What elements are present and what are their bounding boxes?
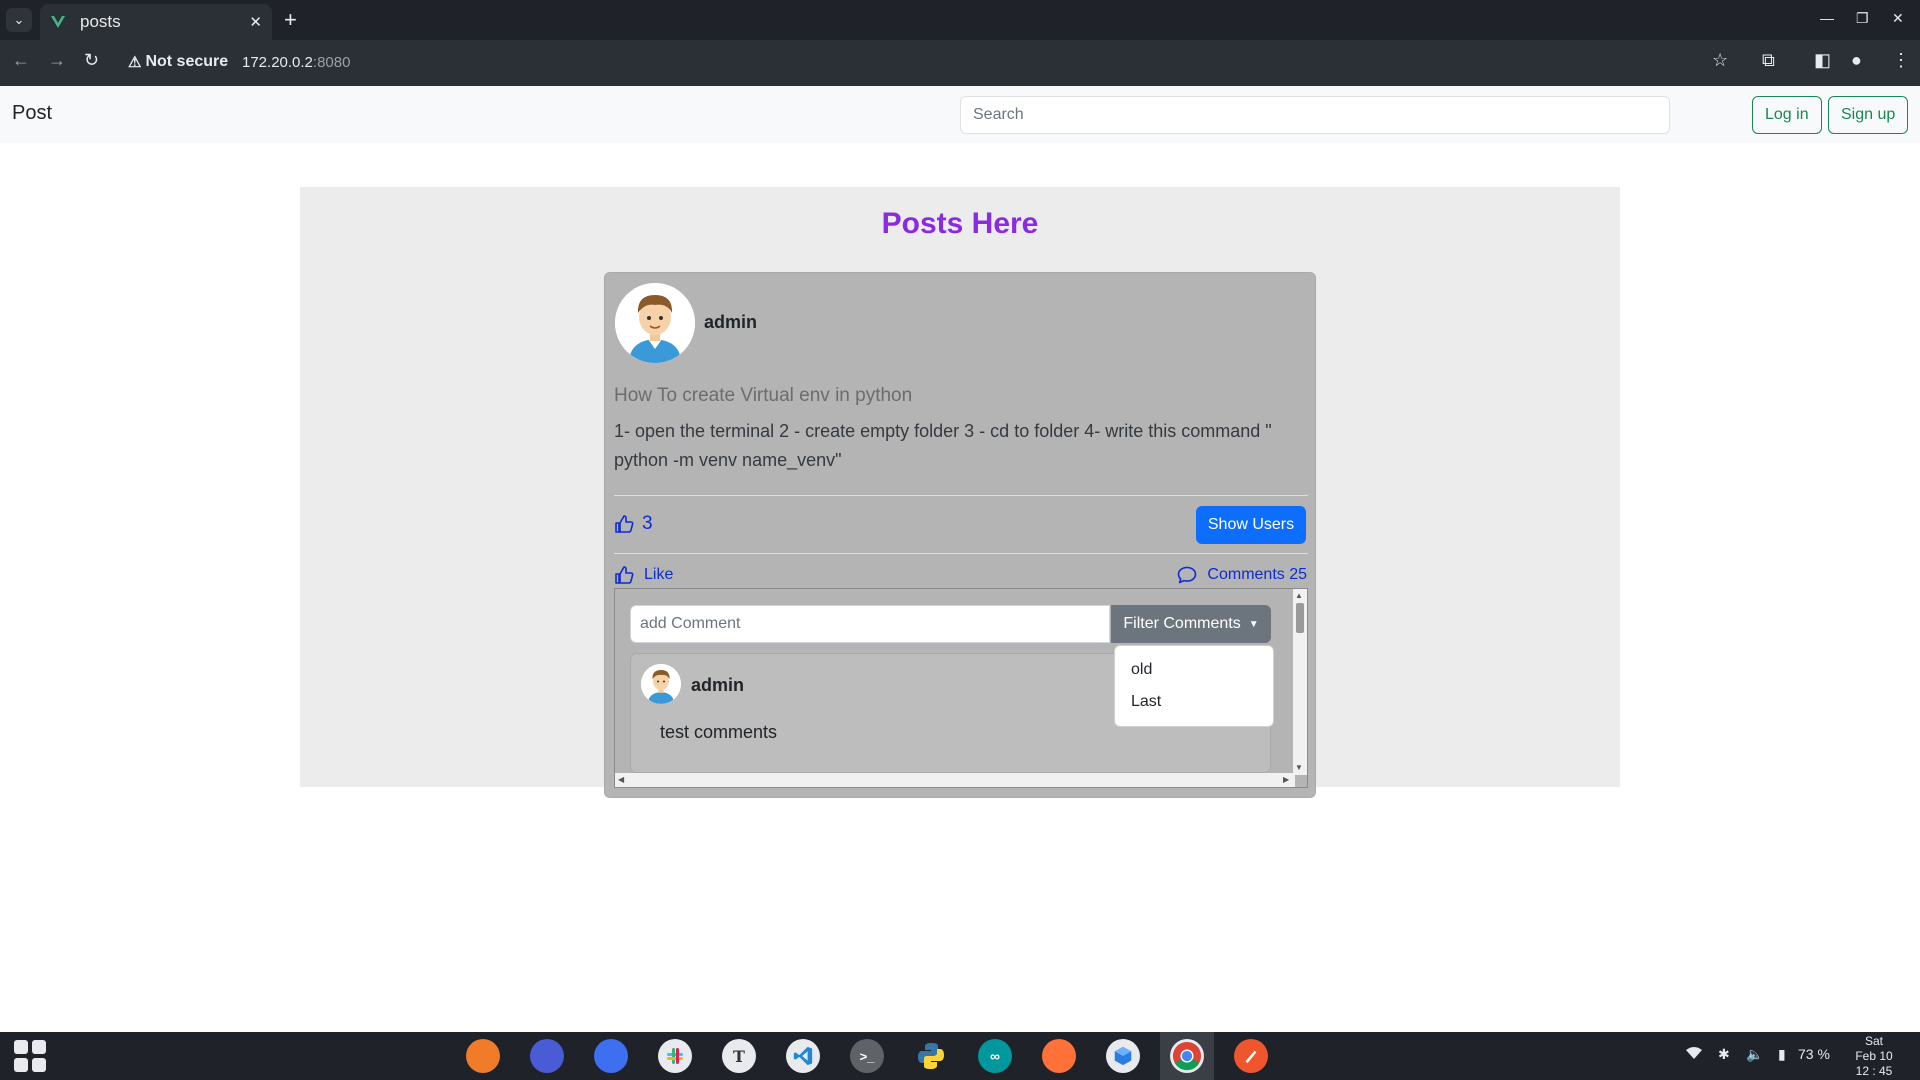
python-logo-icon — [918, 1043, 944, 1069]
like-label: Like — [644, 566, 674, 583]
terminal-app-icon[interactable]: >_ — [850, 1039, 884, 1073]
scroll-right-icon[interactable]: ▶ — [1283, 775, 1289, 784]
battery-percent: 73 % — [1798, 1046, 1830, 1062]
wifi-icon[interactable] — [1686, 1046, 1702, 1063]
like-count: 3 — [614, 513, 653, 535]
bookmark-star-icon[interactable]: ☆ — [1712, 50, 1728, 71]
menu-icon[interactable]: ⋮ — [1892, 50, 1910, 71]
chrome-app-icon[interactable] — [1170, 1039, 1204, 1073]
security-indicator[interactable]: ⚠ Not secure — [128, 53, 228, 71]
forward-icon[interactable]: → — [48, 50, 66, 71]
cube-icon — [1114, 1046, 1132, 1066]
browser-toolbar: ← → ↻ ⚠ Not secure 172.20.0.2:8080 ☆ ⧉ ◧… — [0, 40, 1920, 86]
post-title: How To create Virtual env in python — [614, 385, 913, 406]
filter-comments-label: Filter Comments — [1123, 615, 1241, 632]
post-author[interactable]: admin — [704, 312, 757, 333]
clock-date: Feb 10 — [1855, 1049, 1893, 1063]
files-app-icon[interactable] — [466, 1039, 500, 1073]
search-input[interactable] — [960, 96, 1670, 134]
typora-app-icon[interactable]: T — [722, 1039, 756, 1073]
reload-icon[interactable]: ↻ — [84, 50, 99, 71]
user-avatar-icon — [615, 283, 695, 363]
vscode-logo-icon — [793, 1046, 813, 1066]
filter-option-old[interactable]: old — [1115, 654, 1273, 686]
postman-app-icon[interactable] — [1234, 1039, 1268, 1073]
scroll-down-icon[interactable]: ▼ — [1295, 763, 1303, 772]
browser-tab[interactable]: posts ✕ — [40, 4, 272, 40]
thumbs-up-icon — [615, 566, 634, 584]
horizontal-scrollbar[interactable]: ◀ ▶ — [615, 773, 1295, 787]
side-panel-icon[interactable]: ◧ — [1814, 50, 1831, 71]
signup-button[interactable]: Sign up — [1828, 96, 1909, 134]
chat-bubble-icon — [1178, 566, 1197, 584]
new-tab-button[interactable]: + — [284, 8, 297, 32]
caret-down-icon: ▼ — [1248, 618, 1259, 630]
chrome-logo-icon — [1172, 1041, 1202, 1071]
arduino-app-icon[interactable]: ∞ — [978, 1039, 1012, 1073]
vscode-app-icon[interactable] — [786, 1039, 820, 1073]
app-launcher-icon[interactable] — [14, 1040, 46, 1072]
like-button[interactable]: Like — [614, 565, 673, 585]
clock-time: 12 : 45 — [1855, 1064, 1893, 1078]
extensions-icon[interactable]: ⧉ — [1762, 50, 1775, 71]
comments-label: Comments 25 — [1207, 566, 1307, 583]
scroll-up-icon[interactable]: ▲ — [1295, 591, 1303, 600]
mail-app-icon[interactable] — [594, 1039, 628, 1073]
clock[interactable]: Sat Feb 10 12 : 45 — [1844, 1034, 1904, 1079]
tab-title: posts — [80, 12, 121, 31]
add-comment-input[interactable] — [630, 605, 1110, 643]
close-window-icon[interactable]: ✕ — [1892, 10, 1904, 27]
clock-day: Sat — [1864, 1034, 1883, 1048]
post-body: 1- open the terminal 2 - create empty fo… — [614, 421, 1272, 470]
filter-comments-button[interactable]: Filter Comments ▼ — [1111, 605, 1271, 643]
bluetooth-icon[interactable]: ✱ — [1718, 1046, 1730, 1063]
wifi-signal-icon — [1686, 1047, 1702, 1059]
vue-logo-icon — [51, 16, 65, 28]
url-port: :8080 — [312, 54, 351, 71]
user-avatar-icon — [641, 664, 681, 704]
virtualbox-app-icon[interactable] — [1106, 1039, 1140, 1073]
slack-app-icon[interactable] — [658, 1039, 692, 1073]
thumbs-up-icon — [615, 515, 634, 533]
address-bar[interactable]: 172.20.0.2:8080 — [242, 54, 350, 71]
login-button[interactable]: Log in — [1752, 96, 1822, 134]
slack-logo-icon — [667, 1048, 683, 1064]
scrollbar-thumb[interactable] — [1296, 603, 1304, 633]
divider — [614, 495, 1308, 496]
warning-icon: ⚠ — [128, 54, 142, 71]
filter-comments-menu: old Last — [1114, 645, 1274, 727]
volume-icon[interactable]: 🔈 — [1746, 1046, 1763, 1063]
comment-author[interactable]: admin — [691, 675, 744, 696]
browser-tab-bar: ⌄ posts ✕ + — ❐ ✕ — [0, 0, 1920, 40]
battery-icon[interactable]: ▮ — [1778, 1046, 1786, 1063]
minimize-icon[interactable]: — — [1820, 10, 1834, 26]
back-icon[interactable]: ← — [12, 50, 30, 71]
restore-icon[interactable]: ❐ — [1856, 10, 1869, 27]
pen-icon — [1245, 1050, 1257, 1064]
notes-app-icon[interactable] — [530, 1039, 564, 1073]
profile-icon[interactable]: ● — [1851, 50, 1862, 71]
security-label: Not secure — [145, 53, 229, 70]
filter-option-last[interactable]: Last — [1115, 686, 1273, 718]
url-host: 172.20.0.2 — [242, 54, 313, 71]
avatar — [641, 664, 681, 704]
avatar — [615, 283, 695, 363]
like-count-value: 3 — [642, 513, 653, 534]
firefox-app-icon[interactable] — [1042, 1039, 1076, 1073]
tab-search-button[interactable]: ⌄ — [6, 8, 32, 32]
python-app-icon[interactable] — [914, 1039, 948, 1073]
close-tab-icon[interactable]: ✕ — [249, 13, 262, 31]
comments-button[interactable]: Comments 25 — [1177, 565, 1307, 585]
os-taskbar: T >_ ∞ ✱ 🔈 ▮ 73 % Sat Feb 10 12: 45 — [0, 1032, 1920, 1080]
brand-link[interactable]: Post — [12, 102, 52, 125]
divider — [614, 553, 1308, 554]
vertical-scrollbar[interactable]: ▲ ▼ — [1293, 589, 1307, 775]
page-title: Posts Here — [881, 207, 1039, 240]
show-users-button[interactable]: Show Users — [1196, 506, 1306, 544]
scroll-left-icon[interactable]: ◀ — [618, 775, 624, 784]
comment-text: test comments — [660, 722, 778, 742]
site-navbar: Post Log in Sign up — [0, 86, 1920, 143]
